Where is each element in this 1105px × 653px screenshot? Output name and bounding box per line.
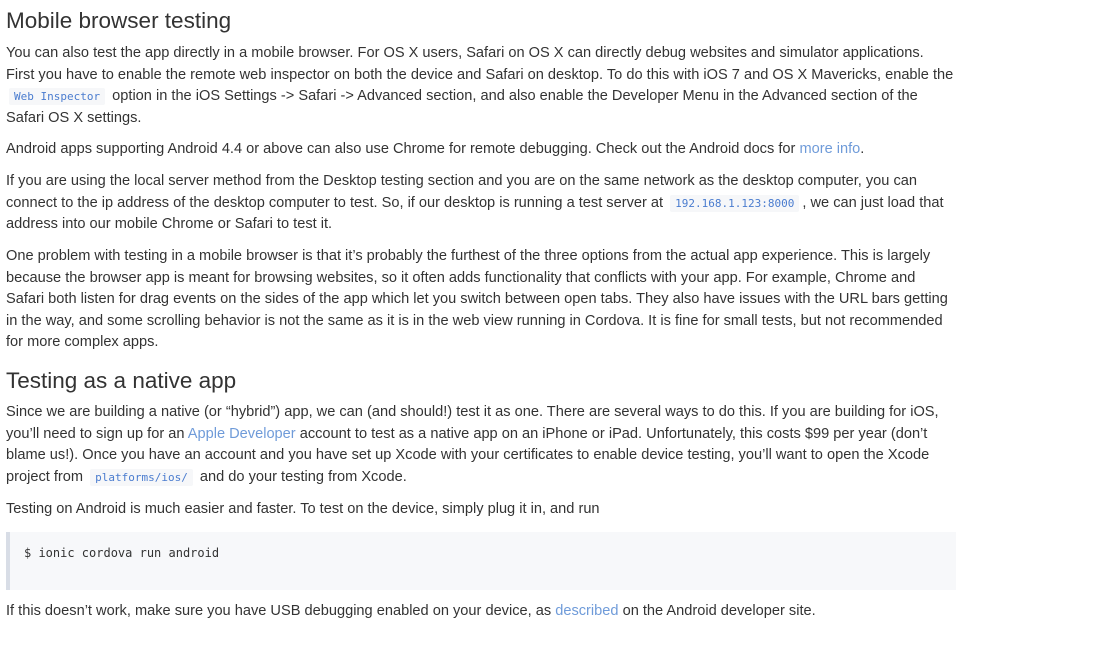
paragraph-mobile-intro: You can also test the app directly in a … [6,43,956,129]
paragraph-usb-debugging: If this doesn’t work, make sure you have… [6,601,956,623]
heading-mobile-browser-testing: Mobile browser testing [6,8,232,33]
paragraph-text: Android apps supporting Android 4.4 or a… [6,141,796,157]
inline-code-platforms-ios: platforms/ios/ [90,468,193,486]
paragraph-local-server: If you are using the local server method… [6,171,956,236]
code-command: $ ionic cordova run android [24,546,220,560]
link-more-info[interactable]: more info [799,141,860,157]
paragraph-text: and do your testing from Xcode. [199,468,407,485]
paragraph-native-ios: Since we are building a native (or “hybr… [6,402,956,488]
inline-code-ip-address: 192.168.1.123:8000 [670,194,800,212]
inline-code-web-inspector: Web Inspector [9,88,106,105]
paragraph-text: on the Android developer site. [622,603,816,619]
link-apple-developer[interactable]: Apple Developer [188,426,296,442]
code-block-command: $ ionic cordova run android [6,532,956,590]
link-described[interactable]: described [555,603,618,619]
paragraph-mobile-browser-problems: One problem with testing in a mobile bro… [6,248,948,350]
paragraph-text: You can also test the app directly in a … [6,45,954,83]
paragraph-text: option in the iOS Settings -> Safari -> … [6,88,918,126]
paragraph-text: . [860,141,865,157]
paragraph-android-testing: Testing on Android is much easier and fa… [6,501,600,517]
paragraph-android-remote-debug: Android apps supporting Android 4.4 or a… [6,139,956,161]
paragraph-text: If this doesn’t work, make sure you have… [6,603,552,619]
heading-testing-native-app: Testing as a native app [6,368,237,393]
